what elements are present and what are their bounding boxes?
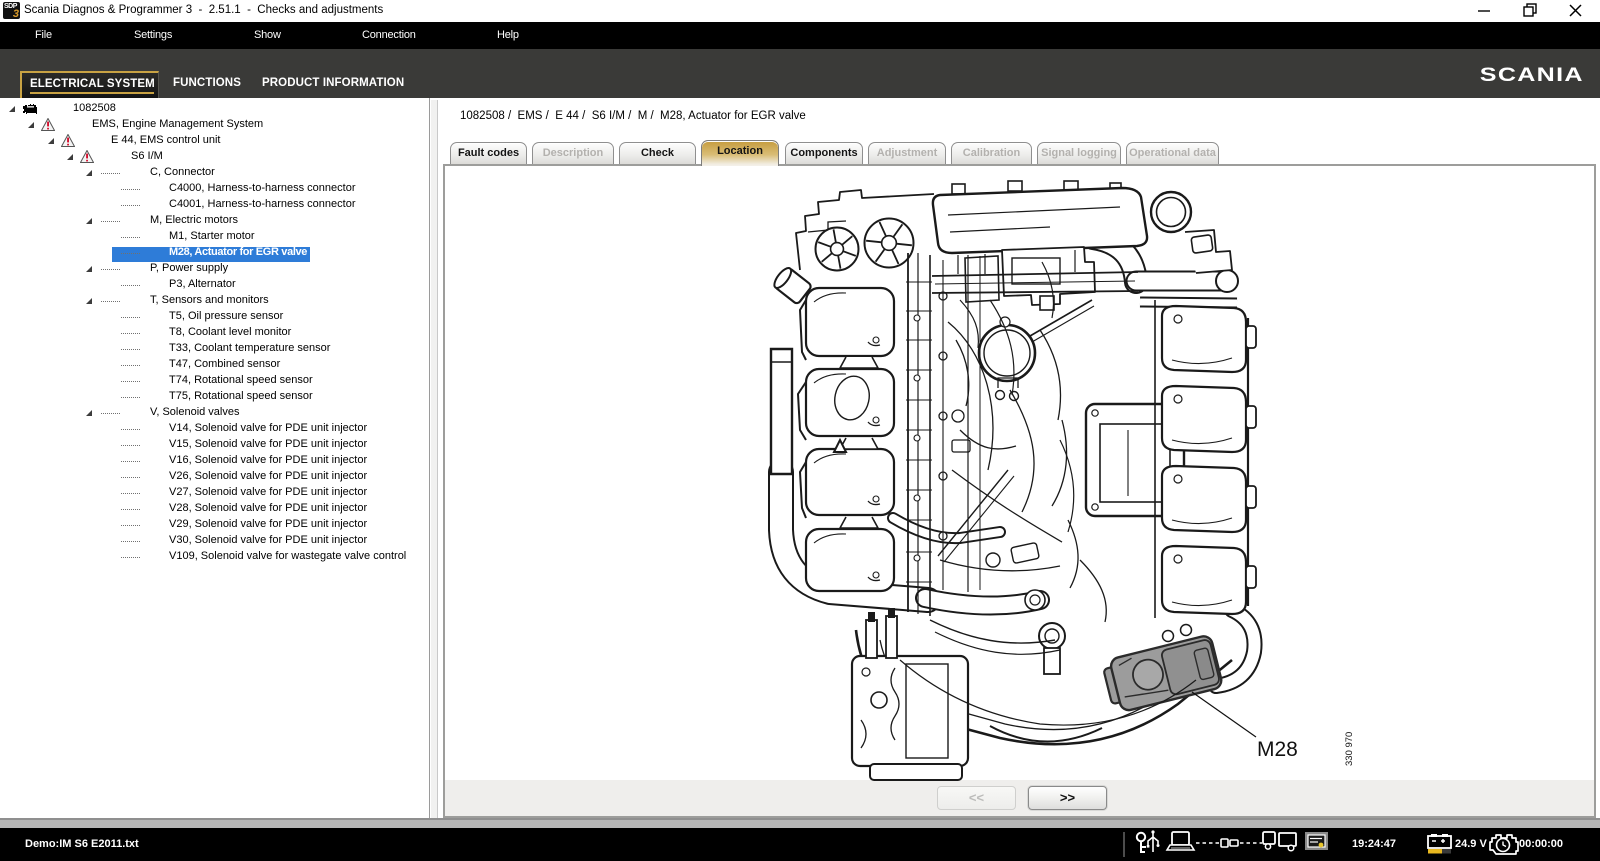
svg-text:M28: M28 xyxy=(1257,738,1298,761)
svg-text:330 970: 330 970 xyxy=(1344,732,1355,766)
